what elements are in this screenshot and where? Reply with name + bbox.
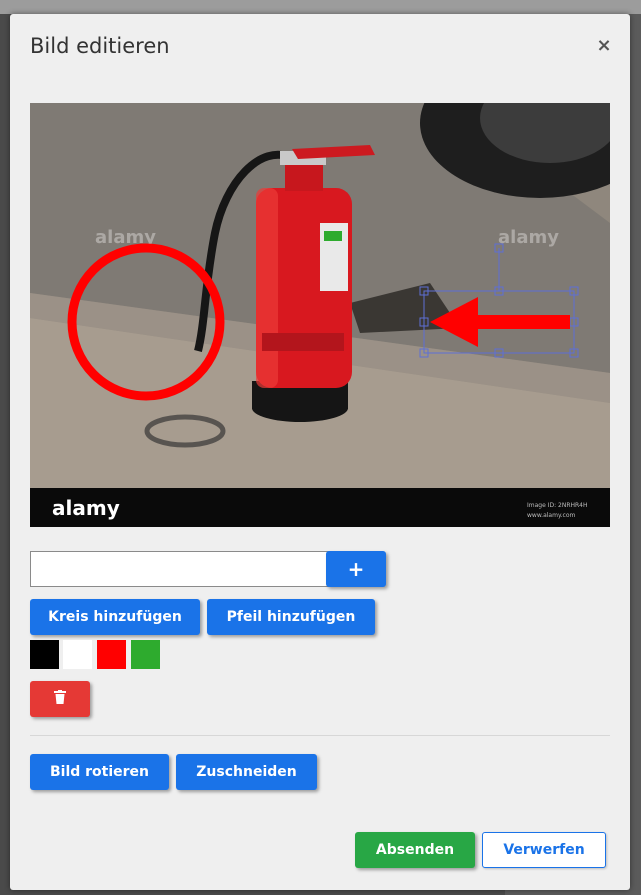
image-id-text: Image ID: 2NRHR4H bbox=[527, 502, 588, 509]
extinguisher-label-green bbox=[324, 231, 342, 241]
crop-image-button[interactable]: Zuschneiden bbox=[176, 754, 317, 790]
section-divider bbox=[30, 735, 610, 736]
color-swatch-green[interactable] bbox=[131, 640, 160, 669]
extinguisher-band bbox=[262, 333, 344, 351]
watermark-2: alamy bbox=[498, 227, 559, 248]
submit-button[interactable]: Absenden bbox=[355, 832, 475, 868]
add-text-button[interactable]: + bbox=[326, 551, 386, 587]
image-editor-canvas[interactable]: alamy Image ID: 2NRHR4H www.alamy.com al… bbox=[30, 103, 610, 527]
dialog-title: Bild editieren bbox=[30, 34, 170, 58]
discard-button[interactable]: Verwerfen bbox=[482, 832, 606, 868]
close-button[interactable]: × bbox=[594, 36, 614, 56]
edit-image-dialog: Bild editieren × alamy Image ID: 2NRHR4H… bbox=[10, 14, 630, 890]
trash-icon bbox=[54, 690, 66, 704]
photo-fire-extinguisher: alamy Image ID: 2NRHR4H www.alamy.com al… bbox=[30, 103, 610, 527]
annotation-text-input[interactable] bbox=[30, 551, 330, 587]
color-swatch-red[interactable] bbox=[97, 640, 126, 669]
color-swatch-black[interactable] bbox=[30, 640, 59, 669]
add-arrow-button[interactable]: Pfeil hinzufügen bbox=[207, 599, 375, 635]
arrow-shaft bbox=[470, 315, 570, 329]
extinguisher-highlight bbox=[256, 188, 278, 388]
color-swatch-white[interactable] bbox=[63, 640, 92, 669]
watermark-logo: alamy bbox=[52, 496, 120, 520]
rotate-image-button[interactable]: Bild rotieren bbox=[30, 754, 169, 790]
background-toolbar bbox=[0, 0, 641, 14]
image-url-text: www.alamy.com bbox=[527, 512, 576, 519]
add-circle-button[interactable]: Kreis hinzufügen bbox=[30, 599, 200, 635]
delete-annotation-button[interactable] bbox=[30, 681, 90, 717]
extinguisher-neck bbox=[285, 163, 323, 191]
